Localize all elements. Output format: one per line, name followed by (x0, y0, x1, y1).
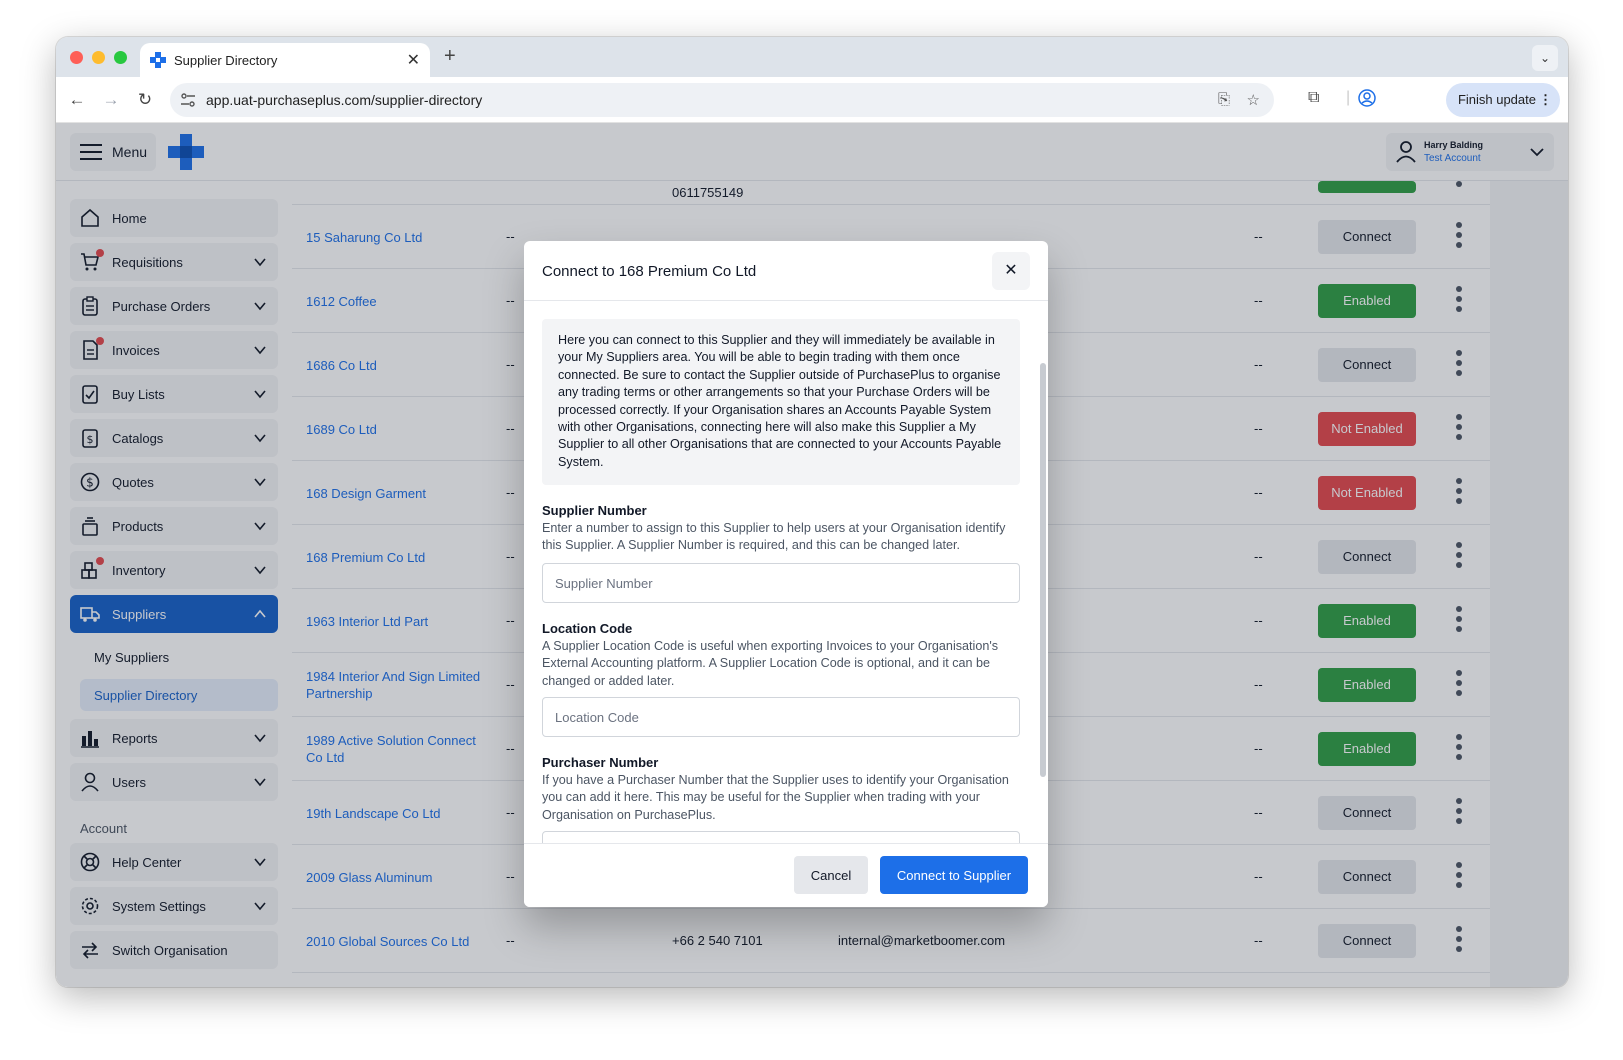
finish-update-button[interactable]: Finish update ⋮ (1445, 83, 1560, 117)
bookmark-star-icon[interactable]: ☆ (1247, 91, 1260, 109)
new-tab-icon[interactable]: + (444, 45, 456, 68)
tab-close-icon[interactable]: ✕ (407, 50, 420, 70)
close-window-button[interactable] (70, 51, 83, 64)
address-bar[interactable]: app.uat-purchaseplus.com/supplier-direct… (170, 83, 1274, 117)
location-code-label: Location Code (542, 621, 633, 636)
reload-icon[interactable]: ↻ (134, 89, 156, 111)
purchaser-number-help: If you have a Purchaser Number that the … (542, 773, 1009, 822)
cancel-button[interactable]: Cancel (794, 856, 868, 894)
modal-footer: Cancel Connect to Supplier (524, 843, 1048, 907)
browser-tab[interactable]: Supplier Directory ✕ (140, 43, 430, 77)
minimize-window-button[interactable] (92, 51, 105, 64)
translate-icon[interactable]: ⎘ (1218, 91, 1230, 108)
tab-title: Supplier Directory (174, 53, 278, 68)
supplier-number-label: Supplier Number (542, 503, 647, 518)
browser-window: Supplier Directory ✕ + ⌄ ← → ↻ app.uat-p… (56, 37, 1568, 987)
supplier-number-help: Enter a number to assign to this Supplie… (542, 521, 1006, 553)
extensions-icon[interactable]: ⧉ (1308, 89, 1319, 107)
modal-title: Connect to 168 Premium Co Ltd (542, 263, 757, 280)
connect-supplier-modal: Connect to 168 Premium Co Ltd ✕ Here you… (524, 241, 1048, 907)
purchaser-number-label: Purchaser Number (542, 755, 659, 770)
location-code-input[interactable] (542, 697, 1020, 737)
profile-icon[interactable] (1358, 89, 1376, 107)
browser-toolbar: ← → ↻ app.uat-purchaseplus.com/supplier-… (56, 77, 1568, 123)
supplier-number-input[interactable] (542, 563, 1020, 603)
location-code-help: A Supplier Location Code is useful when … (542, 639, 999, 688)
modal-header: Connect to 168 Premium Co Ltd ✕ (524, 241, 1048, 301)
purchaser-number-input[interactable] (542, 831, 1020, 843)
finish-update-label: Finish update (1457, 92, 1536, 107)
tab-search-chevron-icon[interactable]: ⌄ (1532, 45, 1558, 71)
connect-to-supplier-button[interactable]: Connect to Supplier (880, 856, 1028, 894)
purchaseplus-favicon-icon (150, 52, 166, 68)
url-text: app.uat-purchaseplus.com/supplier-direct… (206, 92, 483, 108)
forward-arrow-icon[interactable]: → (100, 89, 122, 111)
maximize-window-button[interactable] (114, 51, 127, 64)
site-settings-icon[interactable] (180, 92, 196, 108)
close-icon[interactable]: ✕ (992, 252, 1030, 290)
more-vertical-icon: ⋮ (1539, 92, 1552, 107)
toolbar-divider: | (1346, 89, 1351, 106)
app-container: Menu Harry Balding Test Account Home Req… (56, 123, 1568, 987)
back-arrow-icon[interactable]: ← (66, 89, 88, 111)
modal-scrollbar[interactable] (1040, 363, 1046, 777)
tab-strip: Supplier Directory ✕ + ⌄ (56, 37, 1568, 77)
info-panel: Here you can connect to this Supplier an… (542, 319, 1020, 485)
modal-body: Here you can connect to this Supplier an… (524, 301, 1048, 843)
